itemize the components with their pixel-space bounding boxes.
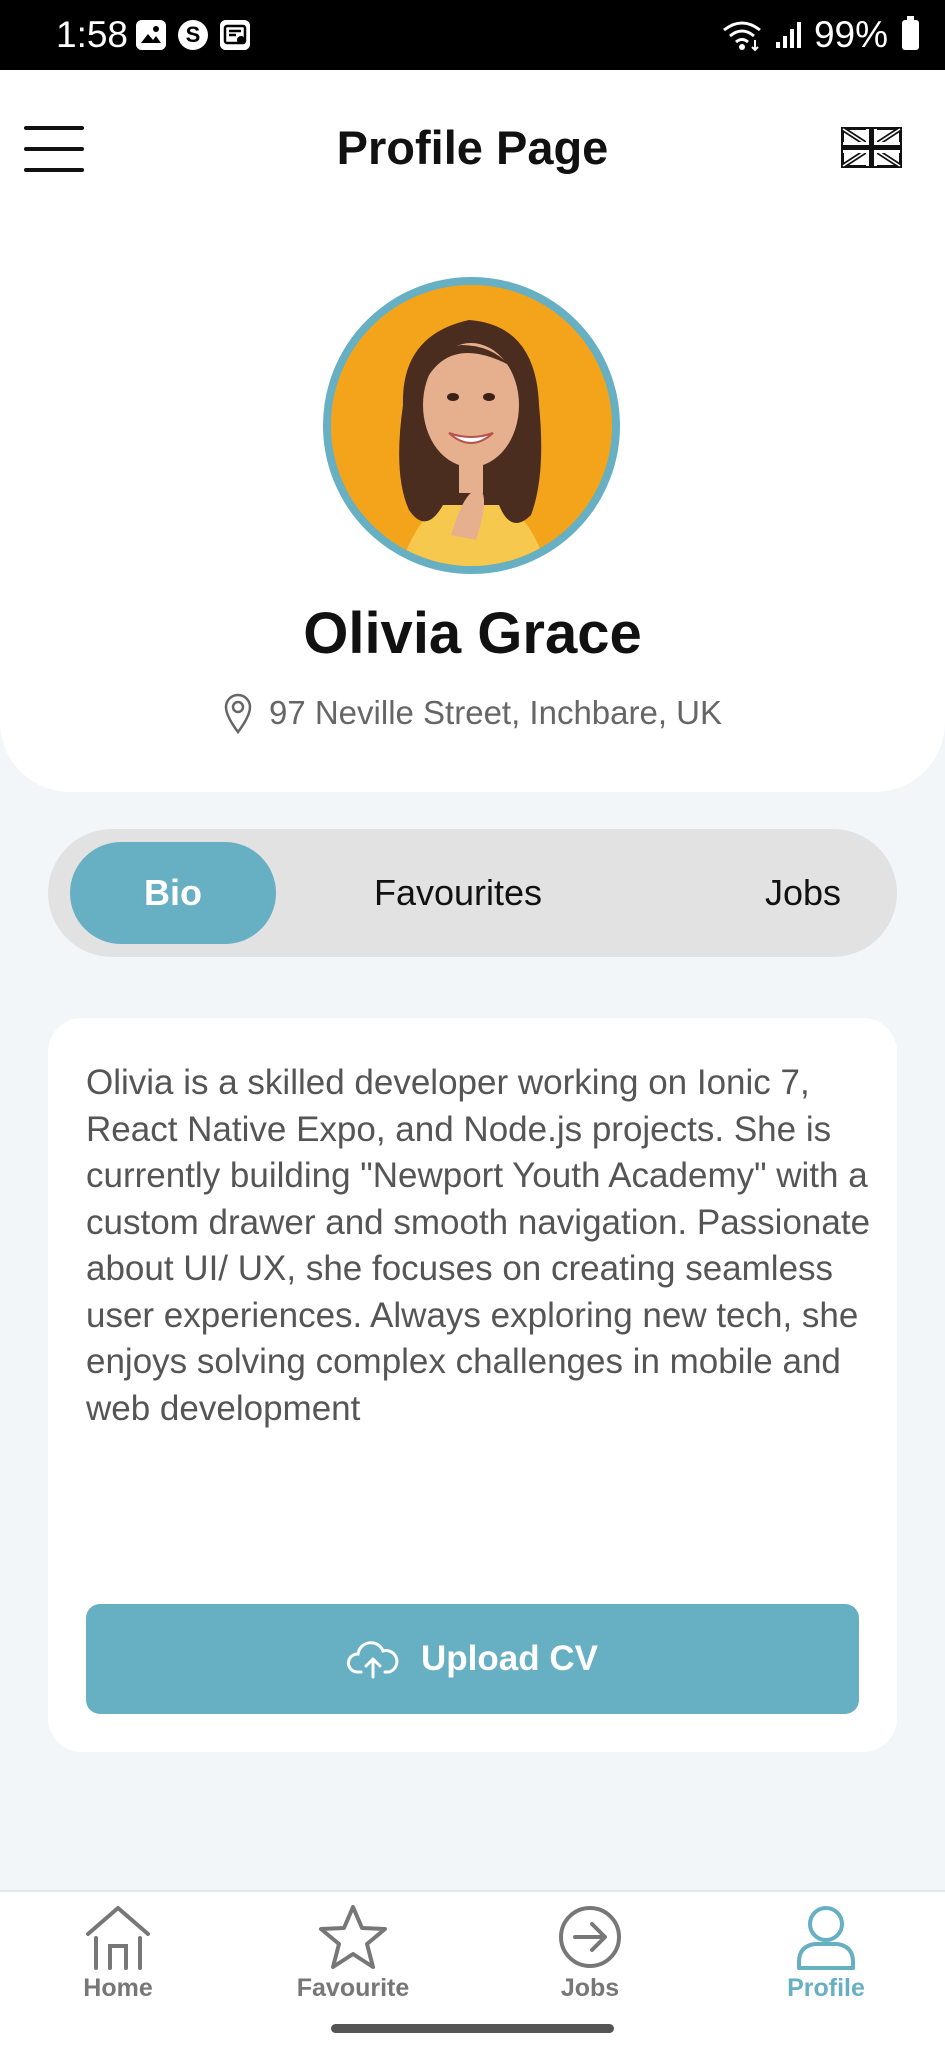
nav-label-favourite: Favourite: [296, 1974, 410, 2002]
battery-percent: 99%: [813, 14, 888, 55]
skype-icon-letter: S: [185, 22, 201, 47]
cloud-upload-icon: [347, 1641, 399, 1679]
wallet-icon: [220, 20, 250, 50]
status-notification-icons: S: [136, 20, 250, 50]
tab-favourites[interactable]: Favourites: [318, 842, 598, 944]
tab-jobs[interactable]: Jobs: [663, 842, 943, 944]
nav-label-profile: Profile: [787, 1974, 865, 2002]
nav-label-home: Home: [83, 1974, 153, 2002]
upload-cv-label: Upload CV: [421, 1639, 598, 1678]
profile-tabs: Bio Favourites Jobs: [48, 829, 897, 957]
page-title: Profile Page: [336, 121, 609, 174]
address-row: 97 Neville Street, Inchbare, UK: [0, 692, 945, 734]
map-pin-icon: [224, 693, 252, 734]
nav-item-favourite[interactable]: Favourite: [273, 1902, 433, 2003]
avatar-portrait: [331, 285, 612, 566]
signal-icon: [775, 22, 801, 48]
uk-flag-icon[interactable]: [841, 127, 902, 168]
star-icon: [319, 1905, 387, 1969]
bio-card: Olivia is a skilled developer working on…: [48, 1018, 897, 1752]
arrow-circle-icon: [559, 1906, 621, 1968]
wifi-icon: [723, 21, 761, 52]
status-bar: 1:58 S 99%: [0, 0, 945, 70]
tab-bio[interactable]: Bio: [70, 842, 276, 944]
status-time: 1:58: [56, 14, 129, 55]
upload-cv-button[interactable]: Upload CV: [86, 1604, 859, 1714]
nav-item-jobs[interactable]: Jobs: [510, 1902, 670, 2003]
bio-text: Olivia is a skilled developer working on…: [86, 1063, 871, 1428]
skype-icon: S: [178, 20, 208, 50]
battery-icon: [902, 16, 919, 50]
home-indicator[interactable]: [331, 2024, 614, 2033]
home-icon: [86, 1906, 150, 1970]
nav-item-profile[interactable]: Profile: [746, 1902, 906, 2003]
nav-item-home[interactable]: Home: [38, 1902, 198, 2003]
user-icon: [797, 1906, 855, 1970]
status-right-group: 99%: [720, 14, 919, 56]
profile-name: Olivia Grace: [303, 601, 642, 666]
avatar: [323, 277, 620, 574]
image-icon: [136, 20, 166, 50]
address-text: 97 Neville Street, Inchbare, UK: [268, 694, 723, 731]
nav-label-jobs: Jobs: [560, 1974, 620, 2002]
